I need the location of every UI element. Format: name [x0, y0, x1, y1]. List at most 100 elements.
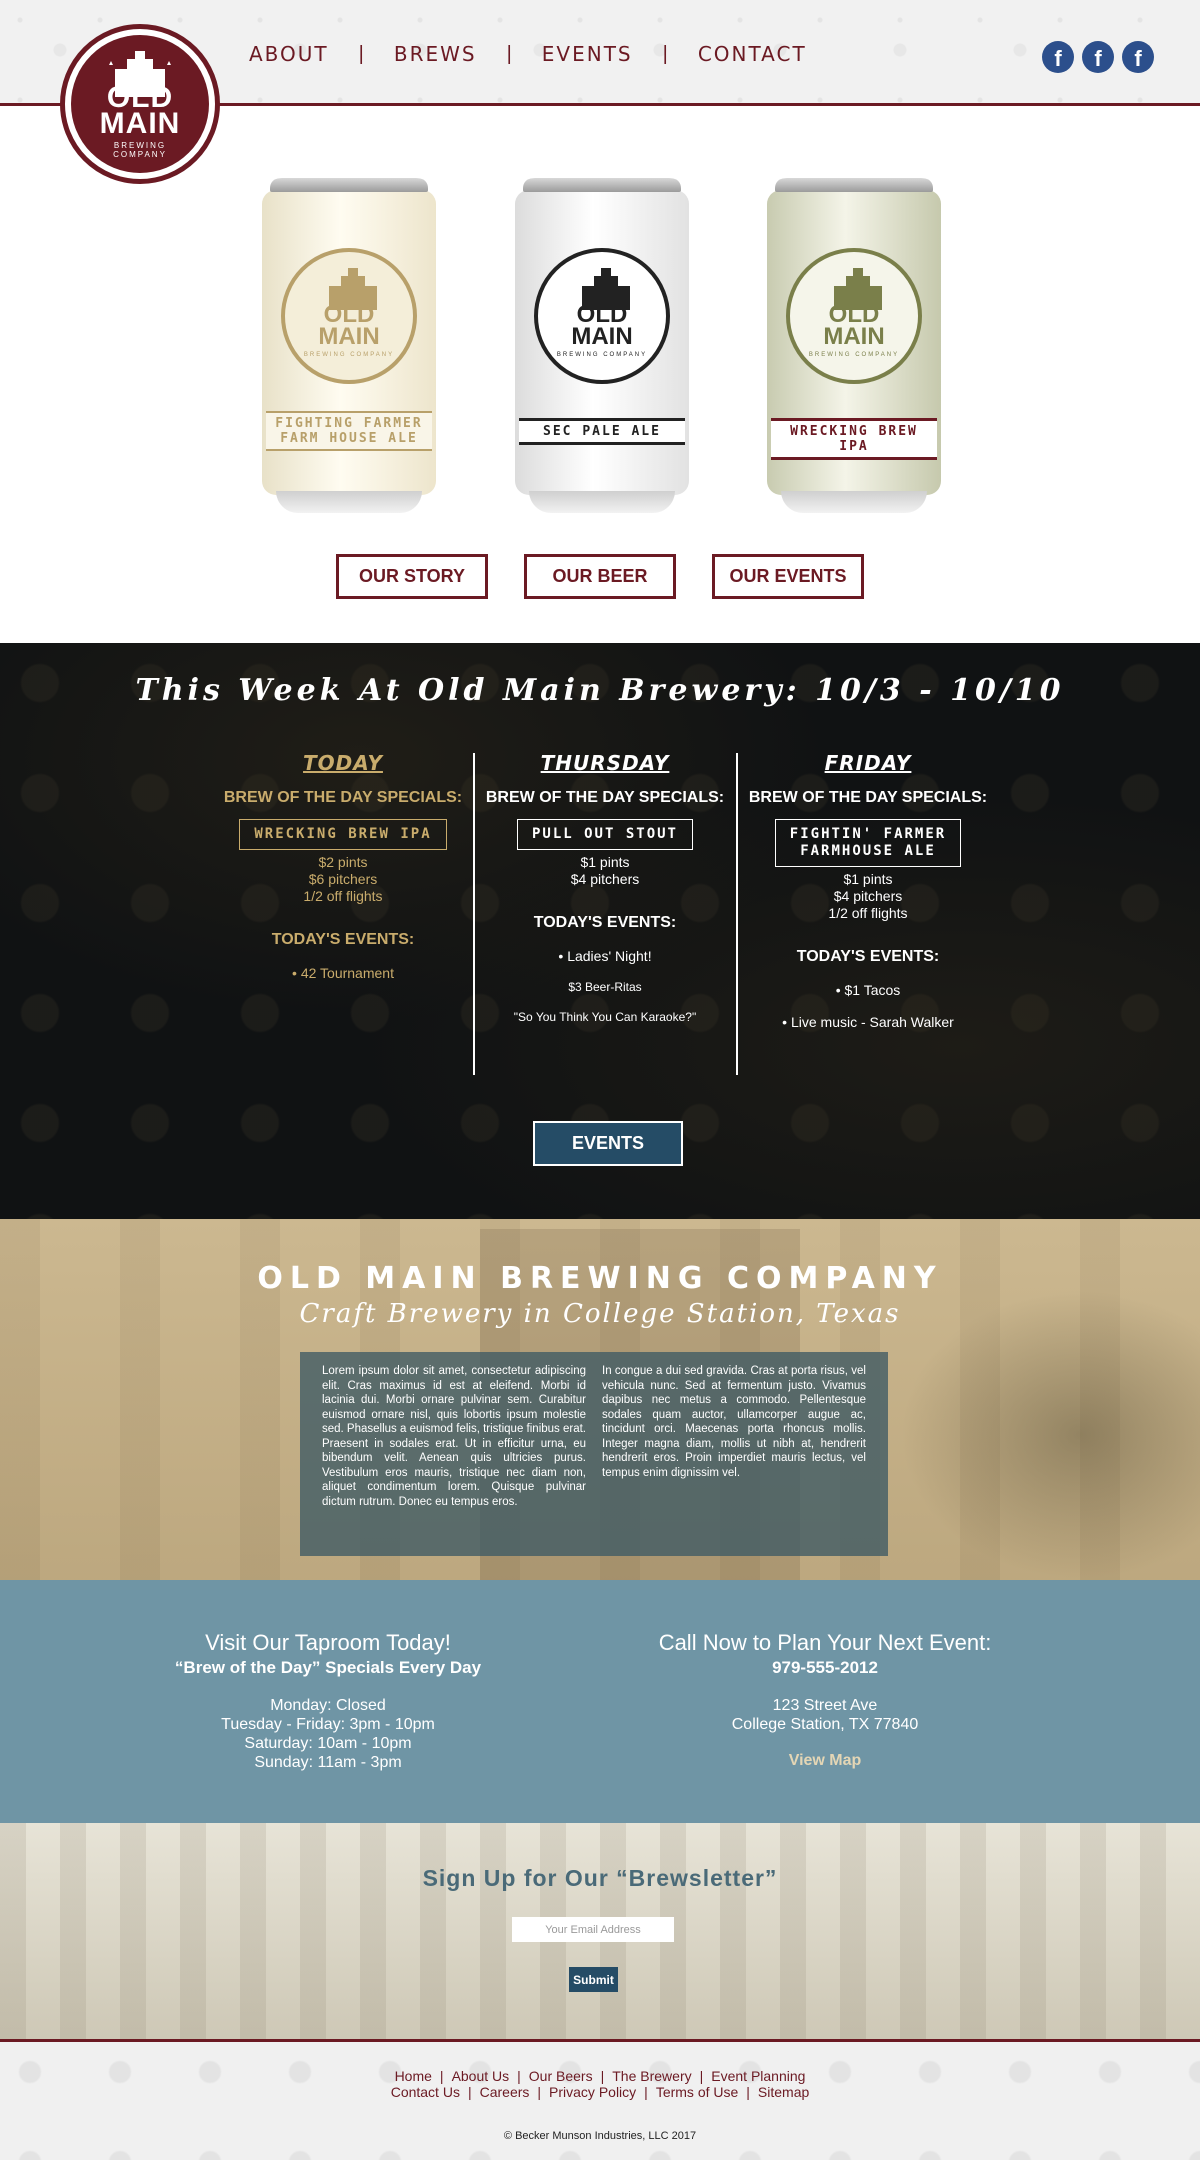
day-column-thursday: THURSDAY BREW OF THE DAY SPECIALS: PULL … [474, 751, 736, 1024]
footer-about-link[interactable]: About Us [452, 2068, 510, 2084]
price-line: $6 pitchers [308, 871, 378, 887]
event-item: • $1 Tacos [835, 982, 901, 998]
footer-beers-link[interactable]: Our Beers [529, 2068, 593, 2084]
footer-separator: | [699, 2068, 704, 2084]
footer-separator: | [537, 2084, 542, 2100]
beer-can-ipa[interactable]: OLD MAIN BREWING COMPANY WRECKING BREW I… [767, 178, 941, 513]
hours-line: Tuesday - Friday: 3pm - 10pm [221, 1716, 435, 1733]
taproom-hours-block: Visit Our Taproom Today! “Brew of the Da… [128, 1630, 528, 1772]
footer-contact-link[interactable]: Contact Us [391, 2084, 460, 2100]
address: 123 Street Ave College Station, TX 77840 [600, 1696, 1050, 1734]
day-heading: FRIDAY [824, 751, 912, 775]
company-subtitle: Craft Brewery in College Station, Texas [299, 1299, 901, 1329]
address-line: 123 Street Ave [772, 1697, 878, 1714]
events-label: TODAY'S EVENTS: [271, 931, 415, 948]
day-column-friday: FRIDAY BREW OF THE DAY SPECIALS: FIGHTIN… [737, 751, 999, 1030]
about-text-box: Lorem ipsum dolor sit amet, consectetur … [300, 1352, 888, 1556]
featured-beer-badge: PULL OUT STOUT [516, 819, 693, 850]
featured-beer-badge: WRECKING BREW IPA [239, 819, 447, 850]
day-heading: TODAY [303, 751, 383, 775]
footer-separator: | [517, 2068, 521, 2084]
our-story-button[interactable]: OUR STORY [336, 554, 488, 599]
can-badge-main: MAIN [571, 323, 633, 350]
footer-event-planning-link[interactable]: Event Planning [711, 2068, 805, 2084]
nav-separator: | [358, 42, 364, 65]
footer-privacy-link[interactable]: Privacy Policy [549, 2084, 636, 2100]
beer-can-pale-ale[interactable]: OLD MAIN BREWING COMPANY SEC PALE ALE [515, 178, 689, 513]
email-input[interactable] [512, 1917, 674, 1942]
footer-terms-link[interactable]: Terms of Use [656, 2084, 738, 2100]
about-text-left: Lorem ipsum dolor sit amet, consectetur … [322, 1365, 586, 1508]
featured-beer-badge: FIGHTIN' FARMER FARMHOUSE ALE [774, 819, 962, 867]
footer-careers-link[interactable]: Careers [480, 2084, 530, 2100]
nav-separator: | [662, 42, 668, 65]
day-heading: THURSDAY [540, 751, 670, 775]
phone-number[interactable]: 979-555-2012 [600, 1658, 1050, 1678]
view-map-link[interactable]: View Map [600, 1752, 1050, 1770]
can-badge-main: MAIN [823, 323, 885, 350]
taproom-title: Visit Our Taproom Today! [205, 1630, 451, 1655]
day-column-today: TODAY BREW OF THE DAY SPECIALS: WRECKING… [212, 751, 474, 981]
price-line: $1 pints [843, 871, 893, 887]
background-tree-photo [900, 1289, 1200, 1580]
site-logo[interactable]: OLD MAIN BREWING COMPANY [60, 24, 220, 184]
can-badge: OLD MAIN BREWING COMPANY [281, 248, 417, 384]
our-events-button[interactable]: OUR EVENTS [712, 554, 864, 599]
hours-line: Monday: Closed [270, 1697, 386, 1714]
footer-sitemap-link[interactable]: Sitemap [758, 2084, 809, 2100]
about-text-right: In congue a dui sed gravida. Cras at por… [602, 1365, 866, 1479]
can-badge: OLD MAIN BREWING COMPANY [534, 248, 670, 384]
price-line: 1/2 off flights [303, 888, 383, 904]
beer-can-farmhouse[interactable]: OLD MAIN BREWING COMPANY FIGHTING FARMER… [262, 178, 436, 513]
footer-separator: | [644, 2084, 648, 2100]
submit-button[interactable]: Submit [569, 1967, 618, 1992]
company-title: OLD MAIN BREWING COMPANY [257, 1261, 943, 1296]
footer-brewery-link[interactable]: The Brewery [612, 2068, 691, 2084]
taproom-info-section: Visit Our Taproom Today! “Brew of the Da… [0, 1580, 1200, 1823]
can-label: WRECKING BREW IPA [771, 418, 937, 460]
event-item: "So You Think You Can Karaoke?" [513, 1010, 697, 1024]
price-line: $4 pitchers [833, 888, 903, 904]
social-links: f f f [1042, 41, 1154, 73]
logo-word-brewing: BREWING [113, 141, 167, 150]
facebook-icon[interactable]: f [1082, 41, 1114, 73]
newsletter-title: Sign Up for Our “Brewsletter” [422, 1865, 778, 1891]
footer-home-link[interactable]: Home [395, 2068, 432, 2084]
events-label: TODAY'S EVENTS: [796, 948, 940, 965]
can-badge: OLD MAIN BREWING COMPANY [786, 248, 922, 384]
footer-separator: | [746, 2084, 750, 2100]
can-label: SEC PALE ALE [519, 418, 685, 445]
footer-links-row: Home | About Us | Our Beers | The Brewery | Even… [0, 2068, 1200, 2084]
building-icon [834, 268, 882, 310]
price-line: $1 pints [580, 854, 630, 870]
week-title: This Week At Old Main Brewery: 10/3 - 10… [135, 673, 1065, 708]
event-item: $3 Beer-Ritas [568, 980, 642, 994]
can-bottom [276, 491, 422, 513]
events-label: TODAY'S EVENTS: [533, 914, 677, 931]
nav-brews-link[interactable]: BREWS [394, 42, 477, 66]
can-bottom [529, 491, 675, 513]
nav-events-link[interactable]: EVENTS [542, 42, 633, 66]
nav-contact-link[interactable]: CONTACT [698, 42, 807, 66]
event-contact-title: Call Now to Plan Your Next Event: [658, 1630, 992, 1655]
address-line: College Station, TX 77840 [731, 1716, 919, 1733]
hours-list: Monday: Closed Tuesday - Friday: 3pm - 1… [128, 1696, 528, 1772]
can-badge-brewing: BREWING COMPANY [556, 352, 648, 358]
can-badge-brewing: BREWING COMPANY [808, 352, 900, 358]
copyright-text: © Becker Munson Industries, LLC 2017 [503, 2130, 697, 2142]
building-icon [329, 268, 377, 310]
event-item: • Live music - Sarah Walker [782, 1014, 954, 1030]
can-bottom [781, 491, 927, 513]
facebook-icon[interactable]: f [1122, 41, 1154, 73]
nav-about-link[interactable]: ABOUT [249, 42, 329, 66]
our-beer-button[interactable]: OUR BEER [524, 554, 676, 599]
event-item: • Ladies' Night! [558, 948, 652, 964]
building-icon [582, 268, 630, 310]
can-rim [523, 178, 681, 192]
facebook-icon[interactable]: f [1042, 41, 1074, 73]
site-footer: Home | About Us | Our Beers | The Brewery | Even… [0, 2039, 1200, 2160]
events-button[interactable]: EVENTS [533, 1121, 683, 1166]
hours-line: Sunday: 11am - 3pm [254, 1754, 402, 1771]
can-label: FIGHTING FARMER FARM HOUSE ALE [266, 411, 432, 451]
nav-separator: | [506, 42, 512, 65]
